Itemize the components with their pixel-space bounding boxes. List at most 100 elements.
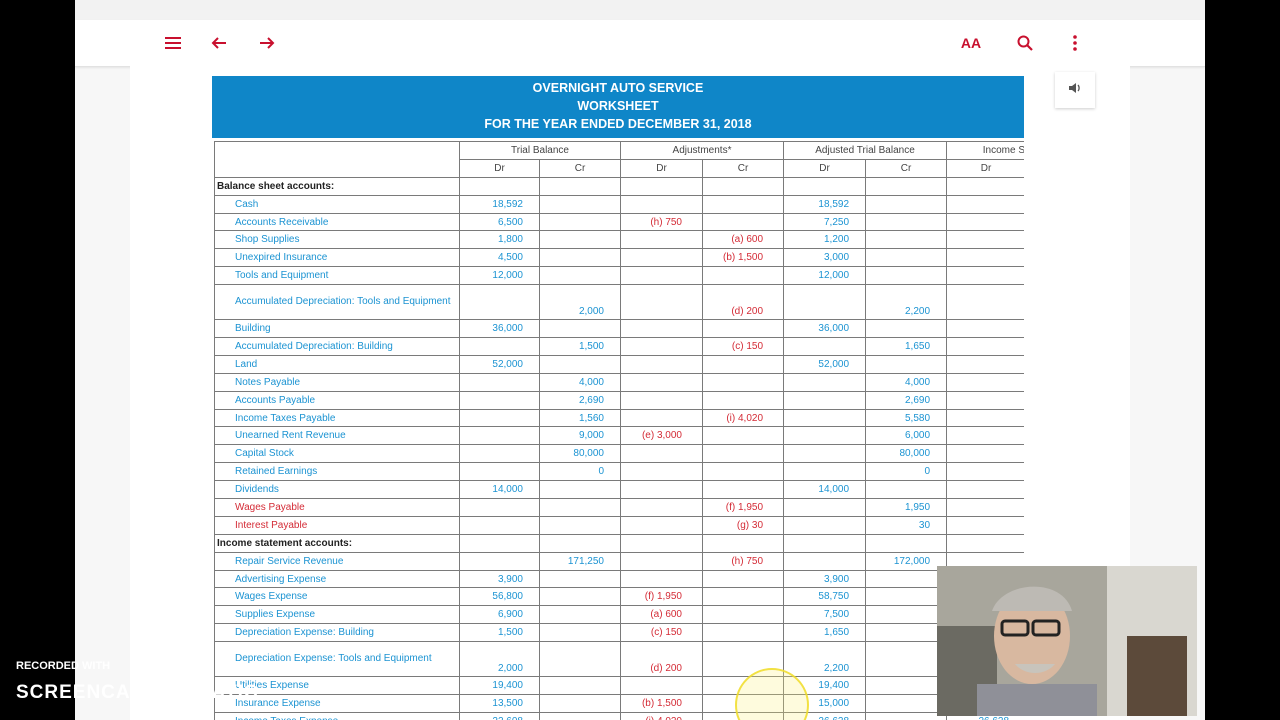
- cell-atb-cr: [865, 354, 948, 374]
- cell-tb-dr: 22,608: [459, 711, 540, 720]
- cell-atb-dr: [783, 284, 867, 321]
- cell-tb-cr: 1,560: [539, 408, 621, 428]
- menu-icon[interactable]: [160, 30, 186, 56]
- empty-cell: [946, 533, 1024, 553]
- empty-cell: [946, 176, 1024, 196]
- table-row: Advertising Expense 3,900 3,900: [214, 569, 1024, 589]
- reader-toolbar: AA: [75, 20, 1205, 67]
- cell-adj-dr: [620, 569, 703, 589]
- cell-adj-dr: (f) 1,950: [620, 587, 703, 607]
- table-row: Depreciation Expense: Building 1,500 (c) 1…: [214, 623, 1024, 643]
- empty-cell: [865, 176, 948, 196]
- cell-tb-cr: 171,250: [539, 551, 621, 571]
- webcam-overlay: [937, 566, 1197, 716]
- cell-adj-cr: [701, 587, 785, 607]
- account-name: Depreciation Expense: Building: [214, 623, 460, 643]
- cell-atb-dr: [783, 408, 867, 428]
- section-label: Income statement accounts:: [214, 533, 460, 553]
- worksheet-title: WORKSHEET: [577, 99, 659, 113]
- account-name: Cash: [214, 194, 460, 214]
- income-statement-header: Income S: [946, 141, 1024, 160]
- watermark-caption: RECORDED WITH: [16, 660, 111, 672]
- account-name: Tools and Equipment: [214, 266, 460, 286]
- cell-tb-dr: 52,000: [459, 354, 540, 374]
- cell-adj-cr: [701, 462, 785, 482]
- table-row: Shop Supplies 1,800 (a) 600 1,200: [214, 230, 1024, 250]
- table-row: Unexpired Insurance 4,500 (b) 1,500 3,000: [214, 248, 1024, 268]
- cell-atb-cr: 1,950: [865, 498, 948, 517]
- table-row: Wages Expense 56,800 (f) 1,950 58,750: [214, 587, 1024, 607]
- cell-atb-cr: [865, 212, 948, 232]
- cell-tb-cr: [539, 319, 621, 339]
- table-row: Notes Payable 4,000 4,000: [214, 372, 1024, 392]
- account-name: Accounts Receivable: [214, 212, 460, 232]
- account-name: Accumulated Depreciation: Building: [214, 337, 460, 356]
- cell-tb-dr: [459, 372, 540, 392]
- audio-button[interactable]: [1055, 72, 1095, 108]
- cell-tb-cr: 4,000: [539, 372, 621, 392]
- cell-tb-dr: 13,500: [459, 694, 540, 713]
- cell-adj-cr: (h) 750: [701, 551, 785, 571]
- account-name: Income Taxes Payable: [214, 408, 460, 428]
- cell-atb-cr: [865, 641, 948, 678]
- cell-atb-cr: 6,000: [865, 426, 948, 446]
- account-name: Advertising Expense: [214, 569, 460, 589]
- cell-atb-cr: [865, 194, 948, 214]
- search-icon[interactable]: [1012, 30, 1038, 56]
- cell-atb-dr: 18,592: [783, 194, 867, 214]
- cell-adj-cr: [701, 444, 785, 464]
- worksheet-table: Trial Balance Adjustments* Adjusted Tria…: [214, 141, 1024, 720]
- adj-cr-header: Cr: [701, 158, 785, 178]
- cell-adj-cr: (c) 150: [701, 337, 785, 356]
- group-header-row: Trial Balance Adjustments* Adjusted Tria…: [214, 141, 1024, 178]
- cell-adj-cr: [701, 372, 785, 392]
- cell-tb-cr: 1,500: [539, 337, 621, 356]
- table-row: Accumulated Depreciation: Tools and Equi…: [214, 284, 1024, 321]
- cell-adj-dr: (i) 4,020: [620, 711, 703, 720]
- cell-tb-cr: 9,000: [539, 426, 621, 446]
- cell-adj-dr: [620, 498, 703, 517]
- cell-atb-cr: [865, 266, 948, 286]
- screencast-watermark: RECORDED WITH SCREENCAST MATIC: [16, 660, 259, 708]
- text-size-icon[interactable]: AA: [958, 30, 984, 56]
- table-row: Income Taxes Payable 1,560 (i) 4,020 5,580: [214, 408, 1024, 428]
- cell-tb-dr: 56,800: [459, 587, 540, 607]
- cell-adj-cr: [701, 569, 785, 589]
- table-row: Retained Earnings 0 0: [214, 462, 1024, 482]
- cell-tb-dr: 12,000: [459, 266, 540, 286]
- table-row: Dividends 14,000 14,000: [214, 480, 1024, 500]
- arrow-right-icon[interactable]: [254, 30, 280, 56]
- more-vertical-icon[interactable]: [1062, 30, 1088, 56]
- cell-atb-dr: 52,000: [783, 354, 867, 374]
- cell-atb-cr: [865, 676, 948, 696]
- account-header: [214, 141, 460, 178]
- cell-adj-cr: [701, 480, 785, 500]
- cell-tb-cr: [539, 587, 621, 607]
- cell-tb-dr: [459, 444, 540, 464]
- cell-adj-dr: [620, 551, 703, 571]
- cell-adj-dr: (a) 600: [620, 605, 703, 625]
- empty-cell: [459, 533, 540, 553]
- cell-adj-dr: (c) 150: [620, 623, 703, 643]
- cell-is-dr: [946, 230, 1024, 250]
- cell-is-dr: [946, 408, 1024, 428]
- table-row: Accounts Payable 2,690 2,690: [214, 390, 1024, 410]
- empty-cell: [701, 533, 785, 553]
- account-name: Accumulated Depreciation: Tools and Equi…: [214, 284, 460, 321]
- account-name: Unearned Rent Revenue: [214, 426, 460, 446]
- cell-tb-cr: [539, 711, 621, 720]
- cell-atb-cr: 2,690: [865, 390, 948, 410]
- cell-atb-cr: [865, 319, 948, 339]
- cell-tb-cr: [539, 641, 621, 678]
- cell-is-dr: [946, 444, 1024, 464]
- presenter-image: [937, 566, 1197, 716]
- adjusted-trial-balance-header: Adjusted Trial Balance: [783, 141, 948, 160]
- cell-tb-dr: 18,592: [459, 194, 540, 214]
- cell-adj-dr: [620, 444, 703, 464]
- empty-cell: [620, 533, 703, 553]
- arrow-left-icon[interactable]: [206, 30, 232, 56]
- cell-tb-dr: [459, 498, 540, 517]
- table-row: Building 36,000 36,000: [214, 319, 1024, 339]
- cell-tb-cr: [539, 569, 621, 589]
- top-strip: [75, 0, 1205, 20]
